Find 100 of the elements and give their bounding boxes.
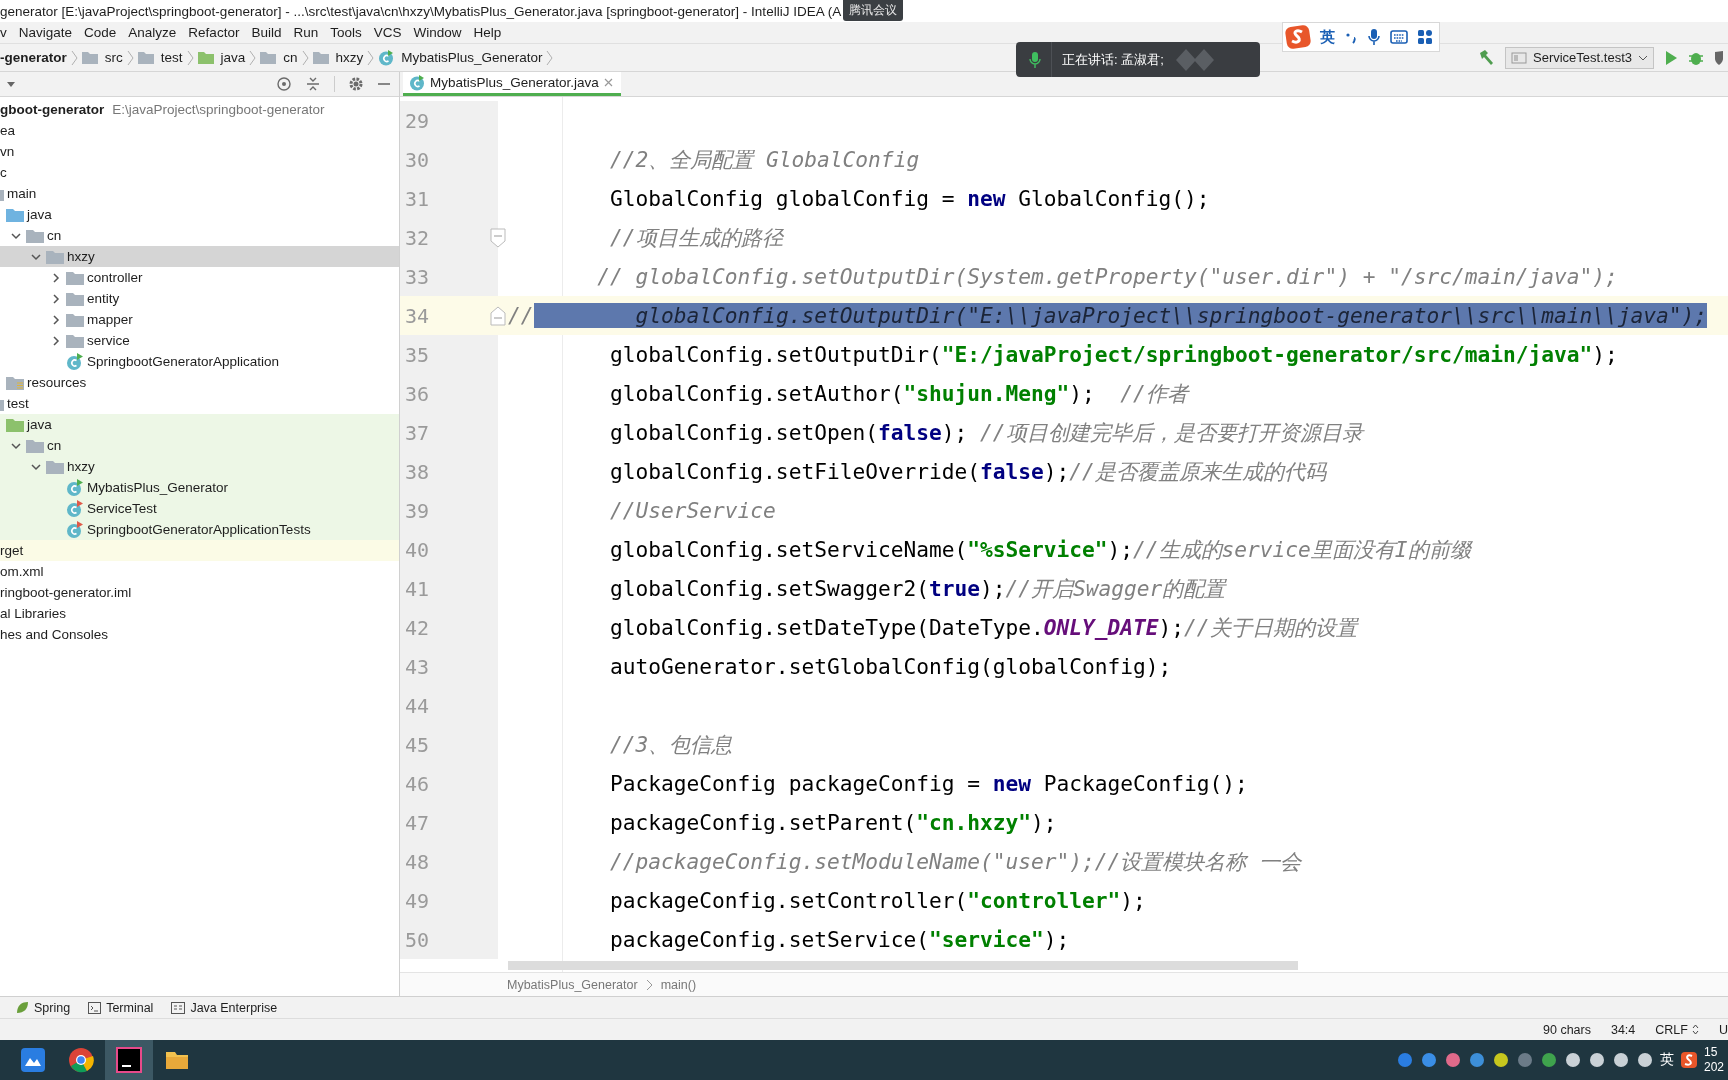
caret-icon[interactable] [6,80,16,88]
breadcrumb-item[interactable]: MybatisPlus_Generator [507,977,638,992]
breadcrumb-item[interactable]: hxzy [312,50,364,65]
keyboard-icon[interactable] [1390,30,1408,44]
tool-window-button[interactable]: Terminal [88,1000,154,1015]
tree-item[interactable]: test [0,393,399,414]
tray-icon[interactable] [1612,1051,1630,1069]
tree-item[interactable]: java [0,414,399,435]
tray-icon[interactable] [1564,1051,1582,1069]
tree-item[interactable]: MybatisPlus_Generator [0,477,399,498]
browser-icon[interactable] [67,1046,95,1074]
tray-icon[interactable] [1588,1051,1606,1069]
menu-item[interactable]: Code [84,25,117,40]
editor-tab[interactable]: MybatisPlus_Generator.java [403,72,621,96]
tree-item[interactable]: hxzy [0,246,399,267]
menu-item[interactable]: v [0,25,7,40]
tree-item[interactable]: ServiceTest [0,498,399,519]
locate-icon[interactable] [276,76,292,92]
chevron-icon[interactable] [51,293,61,304]
menu-item[interactable]: Help [473,25,502,40]
encoding[interactable]: U [1718,1022,1728,1037]
ime-icon[interactable] [1680,1051,1698,1069]
line-number: 39 [405,498,430,523]
clock-time[interactable]: 15 [1704,1045,1728,1060]
line-separator[interactable]: CRLF [1655,1022,1699,1037]
tree-item[interactable]: al Libraries [0,603,399,624]
tray-icon[interactable] [1540,1051,1558,1069]
tree-item[interactable]: gboot-generator E:\javaProject\springboot-generator [0,99,399,120]
tree-item[interactable]: java [0,204,399,225]
breadcrumb-item[interactable]: MybatisPlus_Generator [378,49,543,66]
tree-item[interactable]: SpringbootGeneratorApplication [0,351,399,372]
tree-item[interactable]: SpringbootGeneratorApplicationTests [0,519,399,540]
tree-item[interactable]: vn [0,141,399,162]
breadcrumb-item[interactable]: cn [260,50,298,65]
menu-item[interactable]: VCS [373,25,402,40]
tree-item[interactable]: hxzy [0,456,399,477]
run-configuration-dropdown[interactable]: ServiceTest.test3 [1505,46,1654,69]
ime-logo-icon[interactable] [1285,24,1311,50]
chevron-icon[interactable] [11,440,21,451]
tray-icon[interactable] [1420,1051,1438,1069]
breadcrumb-item[interactable]: -generator [0,50,67,65]
class-icon [66,352,84,371]
menu-item[interactable]: Navigate [18,25,73,40]
input-mode[interactable]: 英 [1320,27,1335,47]
ide-icon[interactable] [115,1046,143,1074]
menu-item[interactable]: Run [293,25,319,40]
tray-icon[interactable] [1468,1051,1486,1069]
microphone-icon[interactable] [1367,28,1381,46]
breadcrumb-item[interactable]: src [81,50,123,65]
breadcrumb-item[interactable]: test [137,50,183,65]
chevron-icon[interactable] [51,272,61,283]
line-number: 42 [405,615,430,640]
tree-item[interactable]: entity [0,288,399,309]
app-icon[interactable] [19,1046,47,1074]
code-token: PackageConfig(); [1042,771,1248,796]
tool-window-button[interactable]: Spring [16,1000,71,1015]
tree-item[interactable]: hes and Consoles [0,624,399,645]
breadcrumb-item[interactable]: main() [660,977,697,992]
chevron-icon[interactable] [11,230,21,241]
caret-position[interactable]: 34:4 [1610,1022,1636,1037]
tray-icon[interactable] [1444,1051,1462,1069]
collapse-all-icon[interactable] [305,76,321,92]
chevron-icon[interactable] [51,314,61,325]
tree-item[interactable]: service [0,330,399,351]
menu-item[interactable]: Tools [330,25,362,40]
tray-icon[interactable] [1636,1051,1654,1069]
settings-icon[interactable] [348,76,364,92]
breadcrumb-item[interactable]: java [197,50,246,65]
tree-item[interactable]: ea [0,120,399,141]
menu-item[interactable]: Build [251,25,282,40]
fold-marker-icon[interactable] [490,226,506,249]
tray-icon[interactable] [1492,1051,1510,1069]
code-token: GlobalConfig globalConfig = [609,186,956,211]
clock-date[interactable]: 202 [1704,1060,1728,1075]
grid-icon[interactable] [1417,29,1433,45]
tree-item[interactable]: rget [0,540,399,561]
tree-item[interactable]: controller [0,267,399,288]
input-language[interactable]: 英 [1660,1051,1674,1069]
tree-item[interactable]: ringboot-generator.iml [0,582,399,603]
tree-item[interactable]: main [0,183,399,204]
scrollbar[interactable] [508,961,1298,970]
tree-item[interactable]: cn [0,225,399,246]
chevron-icon[interactable] [31,461,41,472]
menu-item[interactable]: Analyze [128,25,177,40]
class-icon [66,478,84,497]
menu-item[interactable]: Window [413,25,462,40]
fold-marker-icon[interactable] [490,304,506,327]
menu-item[interactable]: Refactor [188,25,240,40]
tree-item[interactable]: resources [0,372,399,393]
tree-item[interactable]: mapper [0,309,399,330]
code-token: "E:/javaProject/springboot-generator/src/main/java" [941,342,1593,367]
tree-item[interactable]: om.xml [0,561,399,582]
tool-window-button[interactable]: Java Enterprise [171,1000,278,1015]
hammer-icon[interactable] [1477,48,1495,67]
tree-item[interactable]: cn [0,435,399,456]
tree-item[interactable]: c [0,162,399,183]
chevron-icon[interactable] [51,335,61,346]
line-number: 45 [405,732,430,757]
chevron-icon[interactable] [31,251,41,262]
close-icon[interactable] [603,78,613,87]
